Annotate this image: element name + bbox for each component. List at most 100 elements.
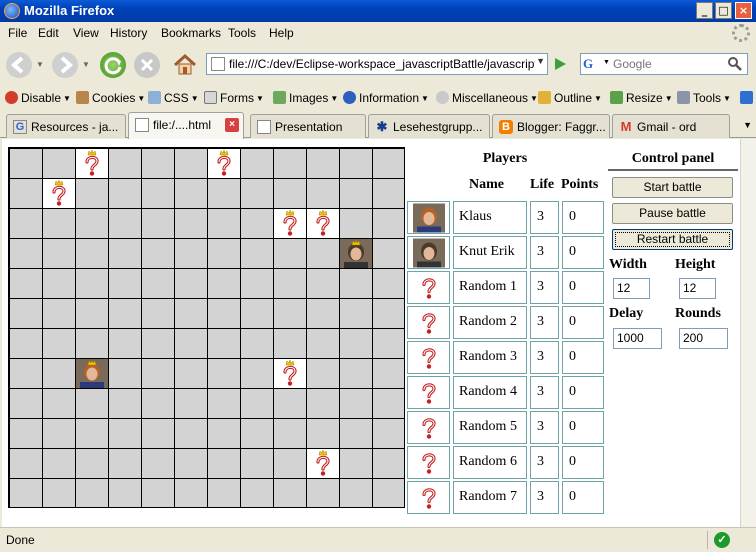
search-icon[interactable] <box>727 56 743 72</box>
tab-blogger[interactable]: B Blogger: Faggr... <box>492 114 610 138</box>
vertical-scrollbar[interactable] <box>740 139 756 527</box>
page-content: Players Name Life Points Klaus 3 0 Knut Eri… <box>2 139 740 527</box>
close-window-button[interactable]: × <box>735 2 752 19</box>
tab-resources[interactable]: G Resources - ja... <box>6 114 126 138</box>
window-title: Mozilla Firefox <box>24 3 115 18</box>
player-row: Klaus 3 0 <box>407 201 604 235</box>
page-icon <box>135 118 149 132</box>
engine-dropdown-icon[interactable]: ▼ <box>603 59 610 66</box>
firefox-icon <box>4 3 20 19</box>
go-button[interactable] <box>552 56 568 72</box>
back-arrow-icon <box>10 56 24 74</box>
player-points: 0 <box>562 236 604 269</box>
player-life: 3 <box>530 446 559 479</box>
start-battle-button[interactable]: Start battle <box>612 177 733 198</box>
search-input[interactable] <box>613 55 723 73</box>
player-name: Random 1 <box>453 271 527 304</box>
menu-file[interactable]: File <box>8 26 27 40</box>
resize-menu[interactable]: Resize ▼ <box>610 91 673 105</box>
player-points: 0 <box>562 306 604 339</box>
url-input[interactable] <box>229 55 535 73</box>
images-icon <box>273 91 286 104</box>
tab-battle-page[interactable]: file:/....html × <box>128 112 244 139</box>
minimize-button[interactable]: _ <box>696 2 713 19</box>
rounds-label: Rounds <box>675 306 721 321</box>
tab-lesehestgruppe[interactable]: ✱ Lesehestgrupp... <box>368 114 490 138</box>
search-box[interactable]: G ▼ <box>580 53 748 75</box>
question-mark-icon <box>407 271 450 304</box>
home-button[interactable] <box>172 52 198 78</box>
title-bar: Mozilla Firefox _ □ × <box>0 0 756 22</box>
forward-history-dropdown[interactable]: ▼ <box>82 60 90 69</box>
menu-view[interactable]: View <box>73 26 99 40</box>
question-mark-icon <box>407 481 450 514</box>
back-history-dropdown[interactable]: ▼ <box>36 60 44 69</box>
information-menu[interactable]: Information ▼ <box>343 91 429 105</box>
players-header-name: Name <box>469 177 504 192</box>
disable-icon <box>5 91 18 104</box>
height-input[interactable]: 12 <box>679 278 716 299</box>
outline-menu[interactable]: Outline ▼ <box>538 91 602 105</box>
forward-button[interactable] <box>52 52 78 78</box>
rounds-input[interactable]: 200 <box>679 328 728 349</box>
player-name: Random 7 <box>453 481 527 514</box>
player-life: 3 <box>530 411 559 444</box>
pause-battle-button[interactable]: Pause battle <box>612 203 733 224</box>
menu-edit[interactable]: Edit <box>38 26 59 40</box>
cookies-menu[interactable]: Cookies ▼ <box>76 91 145 105</box>
random-player-piece <box>274 359 306 388</box>
images-menu[interactable]: Images ▼ <box>273 91 338 105</box>
url-dropdown-icon[interactable]: ▼ <box>536 56 545 66</box>
player-name: Random 4 <box>453 376 527 409</box>
question-mark-icon <box>407 341 450 374</box>
question-mark-icon <box>407 306 450 339</box>
height-label: Height <box>675 257 716 272</box>
restart-battle-button[interactable]: Restart battle <box>612 229 733 250</box>
width-input[interactable]: 12 <box>613 278 650 299</box>
player-points: 0 <box>562 481 604 514</box>
options-icon[interactable] <box>740 91 756 105</box>
close-tab-icon[interactable]: × <box>225 118 239 132</box>
menu-bar: File Edit View History Bookmarks Tools H… <box>0 22 756 44</box>
maximize-button[interactable]: □ <box>715 2 732 19</box>
player-life: 3 <box>530 306 559 339</box>
player-life: 3 <box>530 376 559 409</box>
miscellaneous-menu[interactable]: Miscellaneous ▼ <box>436 91 538 105</box>
knut-erik-player-piece <box>340 239 372 268</box>
stop-button[interactable] <box>134 52 160 78</box>
back-button[interactable] <box>6 52 32 78</box>
player-avatar <box>407 236 450 269</box>
klaus-player-piece <box>76 359 108 388</box>
player-life: 3 <box>530 236 559 269</box>
menu-history[interactable]: History <box>110 26 147 40</box>
question-mark-icon <box>407 411 450 444</box>
player-row: Random 530 <box>407 411 604 445</box>
gmail-icon: M <box>620 119 632 134</box>
url-bar[interactable]: ▼ <box>206 53 548 75</box>
tab-presentation[interactable]: Presentation <box>250 114 366 138</box>
player-row: Random 330 <box>407 341 604 375</box>
player-avatar <box>407 201 450 234</box>
menu-bookmarks[interactable]: Bookmarks <box>161 26 221 40</box>
cookies-icon <box>76 91 89 104</box>
menu-tools[interactable]: Tools <box>228 26 256 40</box>
player-row: Random 430 <box>407 376 604 410</box>
status-text: Done <box>6 533 35 547</box>
css-menu[interactable]: CSS ▼ <box>148 91 199 105</box>
player-life: 3 <box>530 341 559 374</box>
player-row: Random 230 <box>407 306 604 340</box>
google-icon: G <box>13 120 27 134</box>
tools-menu[interactable]: Tools ▼ <box>677 91 731 105</box>
random-player-piece <box>307 449 339 478</box>
menu-help[interactable]: Help <box>269 26 294 40</box>
tab-gmail[interactable]: M Gmail - ord <box>612 114 730 138</box>
forms-menu[interactable]: Forms ▼ <box>204 91 264 105</box>
status-ok-icon: ✓ <box>714 532 730 548</box>
page-icon <box>257 120 271 134</box>
random-player-piece <box>274 209 306 238</box>
tab-list-dropdown[interactable]: ▼ <box>743 120 752 130</box>
disable-menu[interactable]: Disable ▼ <box>5 91 71 105</box>
player-life: 3 <box>530 201 559 234</box>
delay-input[interactable]: 1000 <box>613 328 662 349</box>
reload-button[interactable] <box>100 52 126 78</box>
